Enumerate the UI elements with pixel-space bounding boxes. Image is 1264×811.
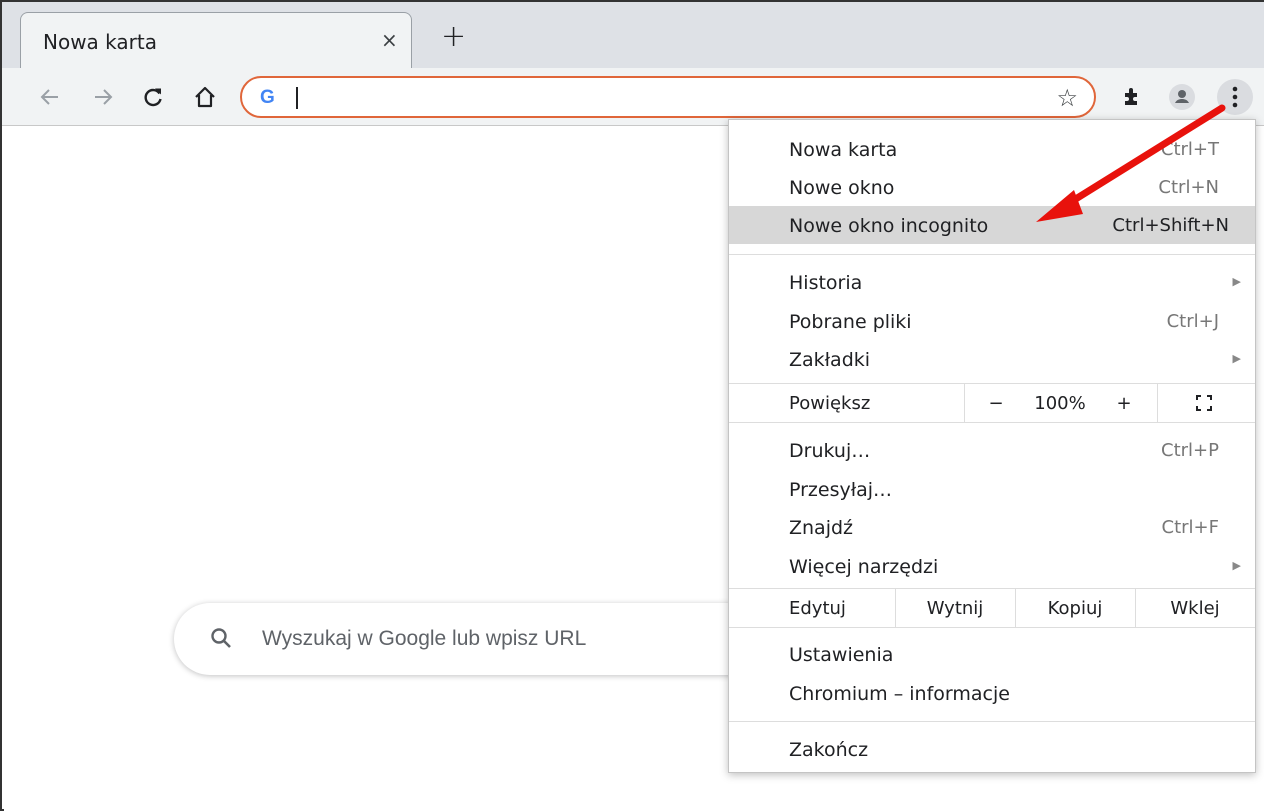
menu-item-label: Historia [789,272,863,294]
menu-item-shortcut: Ctrl+Shift+N [1112,215,1229,236]
menu-icon[interactable] [1213,68,1257,126]
submenu-arrow-icon: ▶ [1232,559,1241,572]
menu-item-about[interactable]: Chromium – informacje [729,674,1255,712]
menu-item-label: Zakończ [789,739,869,761]
google-g-icon: G [260,87,275,108]
fullscreen-icon[interactable] [1184,384,1224,422]
paste-button[interactable]: Wklej [1136,589,1254,627]
copy-button[interactable]: Kopiuj [1016,589,1134,627]
zoom-value: 100% [1034,392,1086,414]
search-box[interactable]: Wyszukaj w Google lub wpisz URL [174,603,794,675]
tab-new-tab[interactable]: Nowa karta × [20,12,412,70]
app-menu: Nowa karta Ctrl+T Nowe okno Ctrl+N Nowe … [728,119,1256,773]
search-icon [210,627,232,653]
zoom-row: Powiększ − 100% + [729,383,1255,423]
home-icon[interactable] [190,68,220,126]
tab-title: Nowa karta [43,30,157,54]
star-icon[interactable]: ☆ [1056,84,1078,112]
new-tab-button[interactable]: + [441,22,466,52]
menu-item-print[interactable]: Drukuj… Ctrl+P [729,431,1255,469]
menu-item-label: Znajdź [789,517,854,539]
forward-icon[interactable] [88,68,118,126]
close-icon[interactable]: × [381,30,398,50]
menu-item-incognito[interactable]: Nowe okno incognito Ctrl+Shift+N [729,206,1255,244]
zoom-in-button[interactable]: + [1109,384,1139,422]
submenu-arrow-icon: ▶ [1232,275,1241,288]
menu-item-downloads[interactable]: Pobrane pliki Ctrl+J [729,302,1255,340]
text-caret [296,87,298,109]
menu-item-settings[interactable]: Ustawienia [729,635,1255,673]
divider [964,384,965,422]
profile-icon[interactable] [1167,68,1197,126]
toolbar: G ☆ [2,68,1264,126]
menu-item-label: Chromium – informacje [789,683,1010,705]
menu-item-label: Nowe okno [789,177,895,199]
reload-icon[interactable] [138,68,168,126]
back-icon[interactable] [35,68,65,126]
menu-item-find[interactable]: Znajdź Ctrl+F [729,508,1255,546]
menu-item-shortcut: Ctrl+T [1160,139,1219,160]
menu-item-label: Przesyłaj… [789,479,893,501]
menu-item-label: Ustawienia [789,644,894,666]
divider [1157,384,1158,422]
edit-label: Edytuj [789,597,846,619]
search-placeholder: Wyszukaj w Google lub wpisz URL [262,627,587,650]
menu-item-label: Zakładki [789,349,871,371]
menu-item-shortcut: Ctrl+N [1158,177,1219,198]
menu-item-shortcut: Ctrl+P [1161,440,1219,461]
menu-item-label: Drukuj… [789,440,871,462]
menu-item-exit[interactable]: Zakończ [729,730,1255,768]
zoom-label: Powiększ [789,392,871,414]
extensions-icon[interactable] [1117,68,1147,126]
menu-item-shortcut: Ctrl+F [1161,517,1219,538]
menu-item-more-tools[interactable]: Więcej narzędzi ▶ [729,547,1255,585]
menu-item-new-window[interactable]: Nowe okno Ctrl+N [729,168,1255,206]
zoom-out-button[interactable]: − [981,384,1011,422]
menu-separator [729,721,1255,722]
cut-button[interactable]: Wytnij [896,589,1014,627]
tab-strip: Nowa karta × + [2,2,1264,70]
menu-item-label: Pobrane pliki [789,311,912,333]
menu-item-label: Więcej narzędzi [789,556,939,578]
menu-item-shortcut: Ctrl+J [1166,311,1219,332]
menu-item-cast[interactable]: Przesyłaj… [729,470,1255,508]
menu-item-label: Nowe okno incognito [789,215,989,237]
menu-item-label: Nowa karta [789,139,898,161]
edit-row: Edytuj Wytnij Kopiuj Wklej [729,588,1255,628]
menu-item-history[interactable]: Historia ▶ [729,263,1255,301]
menu-separator [729,254,1255,255]
omnibox[interactable]: G ☆ [240,76,1096,118]
menu-item-bookmarks[interactable]: Zakładki ▶ [729,340,1255,378]
menu-item-new-tab[interactable]: Nowa karta Ctrl+T [729,130,1255,168]
submenu-arrow-icon: ▶ [1232,352,1241,365]
